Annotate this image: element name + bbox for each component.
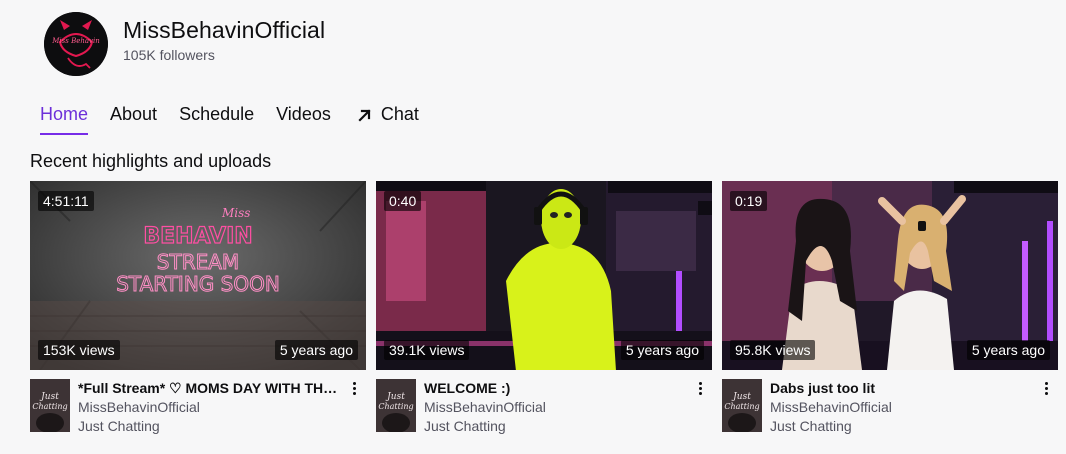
video-category[interactable]: Just Chatting bbox=[78, 417, 340, 435]
video-meta-text: *Full Stream* ♡ MOMS DAY WITH THE SQUAD … bbox=[78, 379, 340, 435]
svg-text:STREAM: STREAM bbox=[157, 250, 239, 274]
video-thumbnail[interactable]: Miss BEHAVIN STREAM STARTING SOON 4:51:1… bbox=[30, 181, 366, 370]
video-duration: 0:19 bbox=[730, 191, 768, 211]
more-options-icon[interactable] bbox=[1040, 379, 1052, 397]
upload-age: 5 years ago bbox=[966, 340, 1050, 360]
video-channel[interactable]: MissBehavinOfficial bbox=[78, 398, 340, 416]
tab-chat[interactable]: Chat bbox=[353, 104, 419, 133]
tab-home[interactable]: Home bbox=[40, 104, 89, 135]
svg-text:Chatting: Chatting bbox=[32, 402, 67, 411]
video-category[interactable]: Just Chatting bbox=[770, 417, 1032, 435]
video-category[interactable]: Just Chatting bbox=[424, 417, 686, 435]
just-chatting-art: Just Chatting bbox=[30, 379, 70, 432]
video-grid: Miss BEHAVIN STREAM STARTING SOON 4:51:1… bbox=[30, 181, 1058, 435]
video-card[interactable]: Miss BEHAVIN STREAM STARTING SOON 4:51:1… bbox=[30, 181, 366, 435]
video-thumbnail[interactable]: 0:19 95.8K views 5 years ago bbox=[722, 181, 1058, 370]
video-meta: Just Chatting Dabs just too lit MissBeha… bbox=[722, 379, 1058, 435]
video-card[interactable]: 0:19 95.8K views 5 years ago Just Chatti… bbox=[722, 181, 1058, 435]
category-thumbnail[interactable]: Just Chatting bbox=[30, 379, 70, 432]
view-count: 95.8K views bbox=[730, 340, 816, 360]
video-channel[interactable]: MissBehavinOfficial bbox=[770, 398, 1032, 416]
video-title[interactable]: Dabs just too lit bbox=[770, 379, 1032, 397]
channel-header: Miss Behavin MissBehavinOfficial 105K fo… bbox=[44, 12, 325, 76]
category-thumbnail[interactable]: Just Chatting bbox=[722, 379, 762, 432]
video-duration: 4:51:11 bbox=[38, 191, 94, 211]
video-title[interactable]: *Full Stream* ♡ MOMS DAY WITH THE SQUAD … bbox=[78, 379, 340, 397]
svg-text:Chatting: Chatting bbox=[724, 402, 759, 411]
more-options-icon[interactable] bbox=[694, 379, 706, 397]
svg-text:Just: Just bbox=[39, 392, 59, 402]
svg-text:Chatting: Chatting bbox=[378, 402, 413, 411]
external-arrow-icon bbox=[358, 108, 371, 122]
video-card[interactable]: 0:40 39.1K views 5 years ago Just Chatti… bbox=[376, 181, 712, 435]
just-chatting-art: Just Chatting bbox=[722, 379, 762, 432]
video-meta-text: Dabs just too lit MissBehavinOfficial Ju… bbox=[770, 379, 1032, 435]
svg-text:Miss Behavin: Miss Behavin bbox=[51, 37, 100, 45]
channel-info: MissBehavinOfficial 105K followers bbox=[123, 17, 325, 63]
svg-text:Miss: Miss bbox=[221, 206, 250, 220]
channel-name[interactable]: MissBehavinOfficial bbox=[123, 17, 325, 44]
upload-age: 5 years ago bbox=[274, 340, 358, 360]
svg-text:Just: Just bbox=[731, 392, 751, 402]
svg-text:BEHAVIN: BEHAVIN bbox=[143, 224, 252, 249]
tab-schedule[interactable]: Schedule bbox=[179, 104, 254, 133]
video-title[interactable]: WELCOME :) bbox=[424, 379, 686, 397]
section-title: Recent highlights and uploads bbox=[30, 151, 272, 171]
video-channel[interactable]: MissBehavinOfficial bbox=[424, 398, 686, 416]
svg-text:STARTING SOON: STARTING SOON bbox=[116, 272, 280, 296]
tab-chat-label: Chat bbox=[380, 104, 419, 124]
tab-videos[interactable]: Videos bbox=[276, 104, 331, 133]
video-meta: Just Chatting WELCOME :) MissBehavinOffi… bbox=[376, 379, 712, 435]
video-meta: Just Chatting *Full Stream* ♡ MOMS DAY W… bbox=[30, 379, 366, 435]
tab-about[interactable]: About bbox=[110, 104, 157, 133]
view-count: 153K views bbox=[38, 340, 120, 360]
just-chatting-art: Just Chatting bbox=[376, 379, 416, 432]
video-meta-text: WELCOME :) MissBehavinOfficial Just Chat… bbox=[424, 379, 686, 435]
more-options-icon[interactable] bbox=[348, 379, 360, 397]
video-thumbnail[interactable]: 0:40 39.1K views 5 years ago bbox=[376, 181, 712, 370]
video-duration: 0:40 bbox=[384, 191, 422, 211]
channel-avatar[interactable]: Miss Behavin bbox=[44, 12, 108, 76]
category-thumbnail[interactable]: Just Chatting bbox=[376, 379, 416, 432]
follower-count: 105K followers bbox=[123, 47, 215, 63]
channel-tabs: Home About Schedule Videos Chat bbox=[40, 104, 441, 135]
upload-age: 5 years ago bbox=[620, 340, 704, 360]
view-count: 39.1K views bbox=[384, 340, 470, 360]
svg-text:Just: Just bbox=[385, 392, 405, 402]
